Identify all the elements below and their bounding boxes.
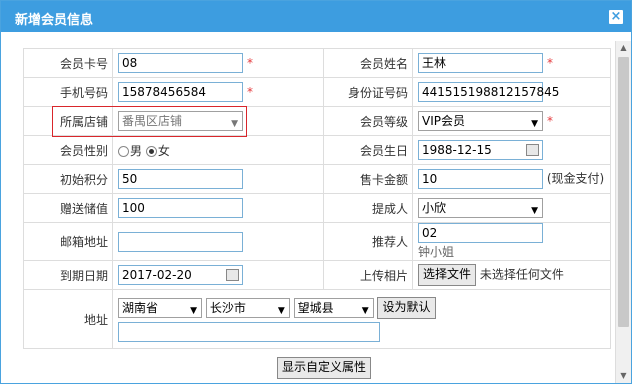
card-no-input[interactable]: 08 xyxy=(118,53,243,73)
chevron-down-icon: ▼ xyxy=(361,305,369,316)
chevron-down-icon: ▼ xyxy=(531,119,538,129)
calendar-icon[interactable] xyxy=(226,269,239,281)
gift-value-input[interactable]: 100 xyxy=(118,198,243,218)
birthday-value: 1988-12-15 xyxy=(422,143,492,157)
required-mark: * xyxy=(547,113,553,128)
birthday-label: 会员生日 xyxy=(323,135,413,165)
gender-male-label: 男 xyxy=(130,143,143,158)
dialog-titlebar: 新增会员信息 × xyxy=(1,1,631,32)
chevron-down-icon: ▼ xyxy=(277,305,285,316)
card-amount-label: 售卡金额 xyxy=(323,164,413,194)
id-no-label: 身份证号码 xyxy=(323,77,413,107)
province-select[interactable]: 湖南省 ▼ xyxy=(118,297,202,318)
address-detail-input[interactable] xyxy=(118,321,380,342)
file-status: 未选择任何文件 xyxy=(479,267,564,282)
show-custom-attributes-button[interactable]: 显示自定义属性 xyxy=(277,357,372,379)
scroll-thumb[interactable] xyxy=(618,57,629,327)
add-member-dialog: 新增会员信息 × ▲ ▼ 会员卡号 08 * 会员姓名 王林 * 手机号码 1587… xyxy=(0,0,632,384)
required-mark: * xyxy=(547,55,553,70)
name-input[interactable]: 王林 xyxy=(418,53,543,73)
level-select[interactable]: VIP会员 ▼ xyxy=(418,111,543,131)
expire-value: 2017-02-20 xyxy=(122,268,192,282)
county-value: 望城县 xyxy=(297,300,334,315)
scroll-down-icon[interactable]: ▼ xyxy=(616,369,631,383)
province-value: 湖南省 xyxy=(122,300,159,315)
dialog-title: 新增会员信息 xyxy=(15,13,94,28)
city-value: 长沙市 xyxy=(209,300,246,315)
calendar-icon[interactable] xyxy=(526,144,539,156)
card-amount-note: (现金支付) xyxy=(546,171,605,186)
expire-input[interactable]: 2017-02-20 xyxy=(118,265,243,285)
gender-female-label: 女 xyxy=(157,143,170,158)
gender-label: 会员性别 xyxy=(23,135,113,165)
card-no-label: 会员卡号 xyxy=(23,48,113,78)
referrer-name: 钟小姐 xyxy=(418,245,455,259)
name-label: 会员姓名 xyxy=(323,48,413,78)
set-default-button[interactable]: 设为默认 xyxy=(377,296,436,319)
id-no-input[interactable]: 441515198812157845 xyxy=(418,82,559,102)
proposer-select-value: 小欣 xyxy=(422,201,447,215)
choose-file-button[interactable]: 选择文件 xyxy=(418,264,477,286)
card-amount-input[interactable]: 10 xyxy=(418,169,543,189)
vertical-scrollbar[interactable]: ▲ ▼ xyxy=(615,41,631,383)
birthday-input[interactable]: 1988-12-15 xyxy=(418,140,543,160)
county-select[interactable]: 望城县 ▼ xyxy=(293,297,374,318)
level-label: 会员等级 xyxy=(323,106,413,136)
photo-label: 上传相片 xyxy=(323,260,413,290)
close-icon[interactable]: × xyxy=(609,10,623,24)
referrer-input[interactable]: 02 xyxy=(418,223,543,243)
email-label: 邮箱地址 xyxy=(23,222,113,261)
referrer-label: 推荐人 xyxy=(323,222,413,261)
phone-label: 手机号码 xyxy=(23,77,113,107)
store-highlight-box xyxy=(52,106,247,137)
member-form: 会员卡号 08 * 会员姓名 王林 * 手机号码 15878456584 * 身份证号… xyxy=(23,48,611,349)
expire-label: 到期日期 xyxy=(23,260,113,290)
chevron-down-icon: ▼ xyxy=(190,305,197,316)
points-input[interactable]: 50 xyxy=(118,169,243,189)
required-mark: * xyxy=(247,55,253,70)
email-input[interactable] xyxy=(118,231,243,252)
chevron-down-icon: ▼ xyxy=(531,206,538,216)
phone-input[interactable]: 15878456584 xyxy=(118,82,243,102)
proposer-select[interactable]: 小欣 ▼ xyxy=(418,198,543,218)
gender-male-radio[interactable] xyxy=(118,145,129,157)
proposer-label: 提成人 xyxy=(323,193,413,223)
points-label: 初始积分 xyxy=(23,164,113,194)
gift-value-label: 赠送储值 xyxy=(23,193,113,223)
level-select-value: VIP会员 xyxy=(422,114,465,128)
gender-female-radio[interactable] xyxy=(145,145,157,157)
scroll-up-icon[interactable]: ▲ xyxy=(616,41,631,55)
address-label: 地址 xyxy=(23,289,113,349)
required-mark: * xyxy=(247,84,253,99)
city-select[interactable]: 长沙市 ▼ xyxy=(205,297,290,318)
